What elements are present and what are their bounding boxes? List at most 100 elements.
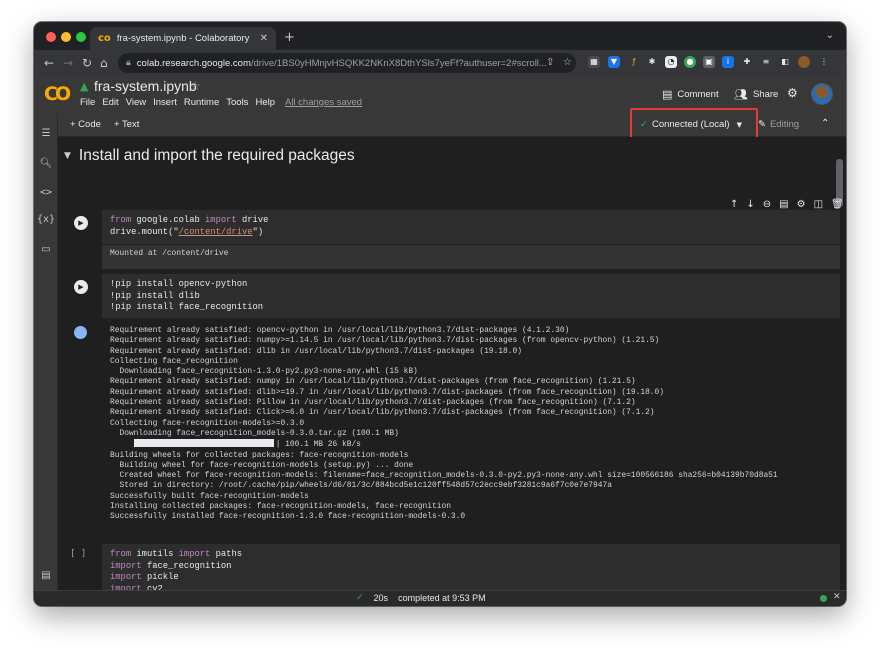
home-icon[interactable]: ⌂ [100, 56, 108, 70]
left-sidebar: ☰ 🔍︎ <> {x} ▭ ▤ [34, 114, 58, 590]
output-line: Stored in directory: /root/.cache/pip/wh… [110, 481, 612, 491]
section-title: Install and import the required packages [78, 147, 355, 164]
add-text-button[interactable]: + Text [114, 119, 139, 130]
code-line: !pip install dlib [110, 290, 200, 301]
code-cell[interactable]: ▶ !pip install opencv-python !pip instal… [74, 274, 840, 318]
check-icon: ✓ [640, 119, 648, 130]
output-line: Requirement already satisfied: dlib in /… [110, 346, 522, 356]
add-code-button[interactable]: + Code [70, 119, 101, 130]
share-page-icon[interactable]: ⇪ [546, 56, 554, 70]
output-line: Downloading face_recognition_models-0.3.… [110, 428, 399, 438]
extension-icon[interactable]: ✱ [646, 56, 658, 68]
menu-insert[interactable]: Insert [153, 97, 177, 108]
cell-output: Mounted at /content/drive [102, 245, 840, 269]
extension-icon[interactable]: ▼ [608, 56, 620, 68]
cell-toolbar: ↑ ↓ ⊖ ▤ ⚙ ◫ 🗑︎ ⋮ [730, 199, 846, 210]
menu-tools[interactable]: Tools [226, 97, 248, 108]
profile-avatar[interactable] [798, 56, 810, 68]
mirror-cell-icon[interactable]: ◫ [814, 199, 823, 210]
code-snippets-icon[interactable]: <> [34, 187, 58, 198]
close-icon[interactable]: ✕ [833, 592, 841, 602]
code-line: import pickle [110, 572, 179, 583]
menu-view[interactable]: View [126, 97, 146, 108]
star-icon[interactable]: ☆ [190, 79, 201, 93]
chevron-up-icon[interactable]: ⌃ [821, 118, 829, 129]
comment-icon: ▤ [662, 88, 673, 101]
menu-file[interactable]: File [80, 97, 95, 108]
run-cell-button[interactable]: ▶ [74, 216, 88, 230]
comment-icon[interactable]: ▤ [779, 199, 788, 210]
puzzle-icon[interactable]: ✚ [741, 56, 753, 68]
gear-icon[interactable]: ⚙ [787, 86, 798, 100]
menu-help[interactable]: Help [255, 97, 275, 108]
avatar[interactable] [811, 83, 833, 105]
extension-icon[interactable]: ▦ [588, 56, 600, 68]
move-down-icon[interactable]: ↓ [746, 199, 754, 210]
cell-execution-count[interactable]: [ ] [70, 549, 86, 559]
output-line: Requirement already satisfied: Click>=6.… [110, 408, 655, 418]
runtime-connection-button[interactable]: ✓ Connected (Local) ▼ [640, 119, 742, 130]
maximize-window-button[interactable] [76, 32, 86, 42]
code-cell[interactable]: ▶ from google.colab import drive drive.m… [74, 210, 840, 244]
output-line: Requirement already satisfied: numpy>=1.… [110, 336, 660, 346]
extension-icon[interactable]: ◔ [665, 56, 677, 68]
extension-icon[interactable]: ● [684, 56, 696, 68]
code-cell[interactable]: [ ] from imutils import paths import fac… [70, 544, 840, 590]
url-input[interactable]: 🔒︎ colab.research.google.com/drive/1BS0y… [118, 53, 576, 73]
menu-runtime[interactable]: Runtime [184, 97, 219, 108]
link-icon[interactable]: ⊖ [763, 199, 771, 210]
back-icon[interactable]: ← [44, 56, 54, 70]
move-up-icon[interactable]: ↑ [730, 199, 738, 210]
notebook-title[interactable]: fra-system.ipynb [94, 78, 197, 94]
code-line: import face_recognition [110, 560, 232, 571]
new-tab-button[interactable]: + [284, 30, 295, 45]
forward-icon[interactable]: → [63, 56, 73, 70]
code-line: !pip install opencv-python [110, 279, 248, 289]
bookmark-star-icon[interactable]: ☆ [563, 56, 572, 70]
output-line: Mounted at /content/drive [110, 249, 229, 258]
close-icon[interactable]: ✕ [260, 33, 268, 44]
menu-edit[interactable]: Edit [102, 97, 118, 108]
share-button[interactable]: 👥︎ Share [734, 88, 778, 101]
output-line: Requirement already satisfied: numpy in … [110, 377, 636, 387]
output-line: Requirement already satisfied: Pillow in… [110, 398, 636, 408]
run-cell-button[interactable]: ▶ [74, 280, 88, 294]
output-line: Requirement already satisfied: dlib>=19.… [110, 387, 665, 397]
progress-line: | 100.1 MB 26 kB/s [110, 439, 832, 450]
url-path: /drive/1BS0yHMnjvHSQKK2NKnX8DthYSls7yeFf… [250, 57, 547, 69]
extension-icon[interactable]: i [722, 56, 734, 68]
close-window-button[interactable] [46, 32, 56, 42]
comment-button[interactable]: ▤ Comment [662, 88, 719, 101]
chevron-down-icon[interactable]: ⌄ [826, 30, 834, 41]
execution-status[interactable]: ✓ 20s completed at 9:53 PM [356, 593, 486, 603]
output-line: Installing collected packages: face-reco… [110, 502, 451, 512]
caret-down-icon: ▼ [736, 120, 742, 129]
notebook-body: ▼ Install and import the required packag… [58, 137, 846, 590]
browser-tab[interactable]: co fra-system.ipynb - Colaboratory ✕ [90, 27, 276, 50]
reload-icon[interactable]: ↻ [82, 56, 92, 70]
collapse-section-icon[interactable]: ▼ [64, 151, 71, 161]
extension-icon[interactable]: ƒ [628, 56, 640, 68]
more-vert-icon[interactable]: ⋮ [818, 56, 830, 68]
colab-logo[interactable]: CO [44, 83, 71, 105]
delete-icon[interactable]: 🗑︎ [831, 199, 844, 210]
minimize-window-button[interactable] [61, 32, 71, 42]
output-line: Downloading face_recognition-1.3.0-py2.p… [110, 367, 418, 377]
reading-list-icon[interactable]: ≡ [760, 56, 772, 68]
people-icon: 👥︎ [734, 88, 748, 101]
check-icon: ✓ [356, 593, 364, 603]
editing-mode-button[interactable]: ✎ Editing [758, 119, 799, 130]
save-status[interactable]: All changes saved [285, 97, 362, 108]
folder-icon[interactable]: ▭ [34, 244, 58, 255]
extension-icon[interactable]: ▣ [703, 56, 715, 68]
code-line: drive.mount("/content/drive") [110, 226, 264, 237]
output-line: Building wheels for collected packages: … [110, 450, 409, 460]
settings-icon[interactable]: ⚙ [797, 199, 806, 210]
output-line: Collecting face-recognition-models>=0.3.… [110, 418, 305, 428]
table-of-contents-icon[interactable]: ☰ [34, 128, 58, 139]
terminal-icon[interactable]: ▤ [34, 570, 58, 581]
search-icon[interactable]: 🔍︎ [34, 158, 58, 169]
code-line: from imutils import paths [110, 549, 243, 559]
sidepanel-icon[interactable]: ◧ [779, 56, 791, 68]
variables-icon[interactable]: {x} [34, 214, 58, 225]
